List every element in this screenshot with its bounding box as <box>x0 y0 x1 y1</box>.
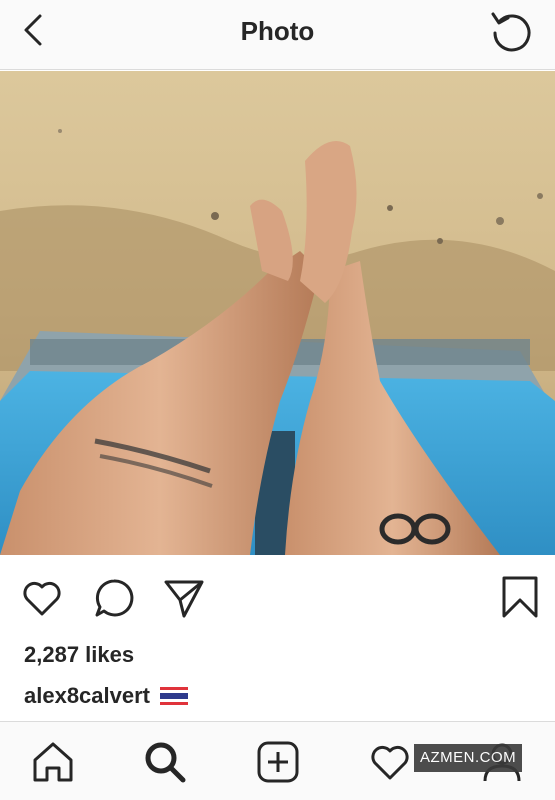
refresh-icon[interactable] <box>489 8 535 54</box>
username-link[interactable]: alex8calvert <box>24 683 150 709</box>
heart-icon[interactable] <box>20 576 64 620</box>
caption-row: alex8calvert <box>24 682 188 710</box>
post-photo[interactable] <box>0 71 555 555</box>
search-icon[interactable] <box>143 740 187 784</box>
home-icon[interactable] <box>31 740 75 784</box>
comment-icon[interactable] <box>92 576 136 620</box>
likes-count[interactable]: 2,287 likes <box>24 642 134 668</box>
bookmark-icon[interactable] <box>498 576 542 620</box>
page-title: Photo <box>240 16 315 46</box>
thailand-flag-icon <box>160 687 188 705</box>
add-post-icon[interactable] <box>256 740 300 784</box>
share-icon[interactable] <box>162 576 206 620</box>
top-bar: Photo <box>0 0 555 70</box>
watermark-label: AZMEN.COM <box>414 744 523 772</box>
beach-legs-image <box>0 71 555 555</box>
post-actions <box>0 556 555 640</box>
activity-heart-icon[interactable] <box>368 740 412 784</box>
